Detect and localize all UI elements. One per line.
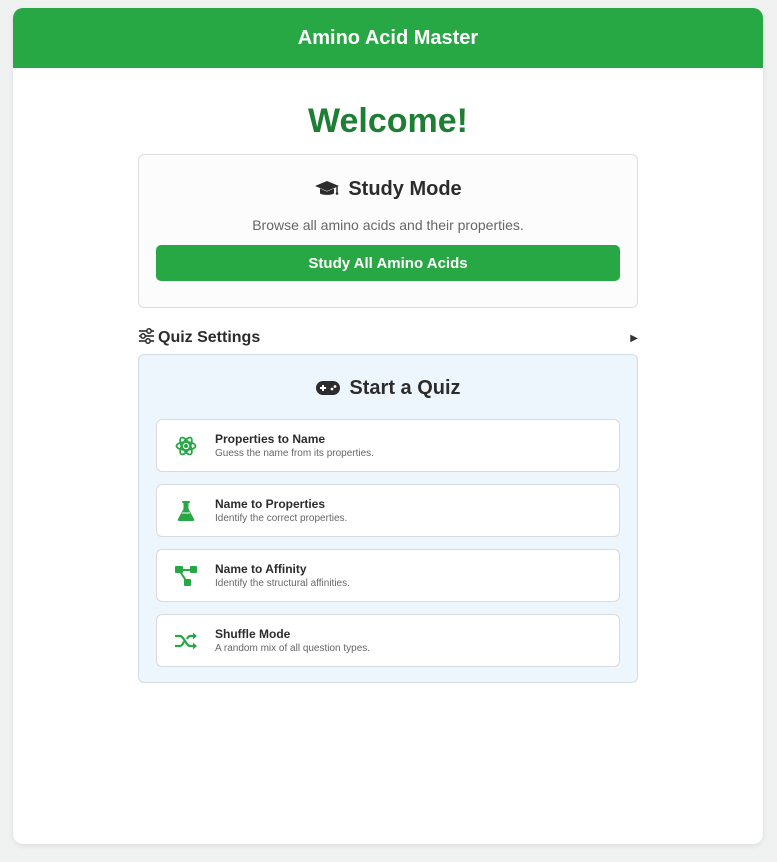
atom-icon — [174, 434, 198, 458]
app-header: Amino Acid Master — [13, 8, 763, 68]
quiz-settings-label: Quiz Settings — [158, 329, 261, 346]
graduation-cap-icon — [314, 180, 340, 198]
flask-icon — [174, 499, 198, 523]
quiz-mode-description: Identify the correct properties. — [215, 512, 348, 524]
diagram-icon — [174, 564, 198, 588]
quiz-mode-description: A random mix of all question types. — [215, 642, 371, 654]
study-mode-card: Study Mode Browse all amino acids and th… — [138, 154, 638, 308]
app-title: Amino Acid Master — [297, 26, 479, 49]
quiz-mode-description: Guess the name from its properties. — [215, 447, 374, 459]
study-all-button[interactable]: Study All Amino Acids — [156, 245, 620, 281]
start-quiz-heading: Start a Quiz — [156, 374, 620, 402]
app-window: Amino Acid Master Welcome! Study Mode Br… — [13, 8, 763, 844]
quiz-settings-toggle[interactable]: Quiz Settings ▶ — [138, 327, 638, 349]
shuffle-icon — [174, 629, 198, 653]
start-quiz-card: Start a Quiz Properties to Name Guess th… — [138, 354, 638, 683]
quiz-settings-header: Quiz Settings — [138, 327, 261, 349]
gamepad-icon — [315, 380, 341, 396]
quiz-mode-title: Name to Affinity — [215, 561, 307, 576]
quiz-mode-name-to-affinity[interactable]: Name to Affinity Identify the structural… — [156, 549, 620, 602]
quiz-mode-title: Name to Properties — [215, 496, 326, 511]
sliders-icon — [138, 327, 155, 349]
study-mode-description: Browse all amino acids and their propert… — [252, 217, 524, 233]
quiz-mode-properties-to-name[interactable]: Properties to Name Guess the name from i… — [156, 419, 620, 472]
quiz-mode-name-to-properties[interactable]: Name to Properties Identify the correct … — [156, 484, 620, 537]
expand-caret-icon[interactable]: ▶ — [630, 333, 638, 344]
quiz-mode-shuffle[interactable]: Shuffle Mode A random mix of all questio… — [156, 614, 620, 667]
quiz-mode-title: Shuffle Mode — [215, 626, 291, 641]
study-mode-title: Study Mode — [348, 177, 462, 200]
start-quiz-title: Start a Quiz — [349, 376, 461, 399]
quiz-mode-title: Properties to Name — [215, 431, 326, 446]
study-mode-heading: Study Mode — [156, 175, 620, 203]
quiz-mode-description: Identify the structural affinities. — [215, 577, 350, 589]
main-content: Welcome! Study Mode Browse all amino aci… — [138, 68, 638, 683]
quiz-mode-list: Properties to Name Guess the name from i… — [156, 419, 620, 667]
welcome-heading: Welcome! — [308, 102, 468, 140]
